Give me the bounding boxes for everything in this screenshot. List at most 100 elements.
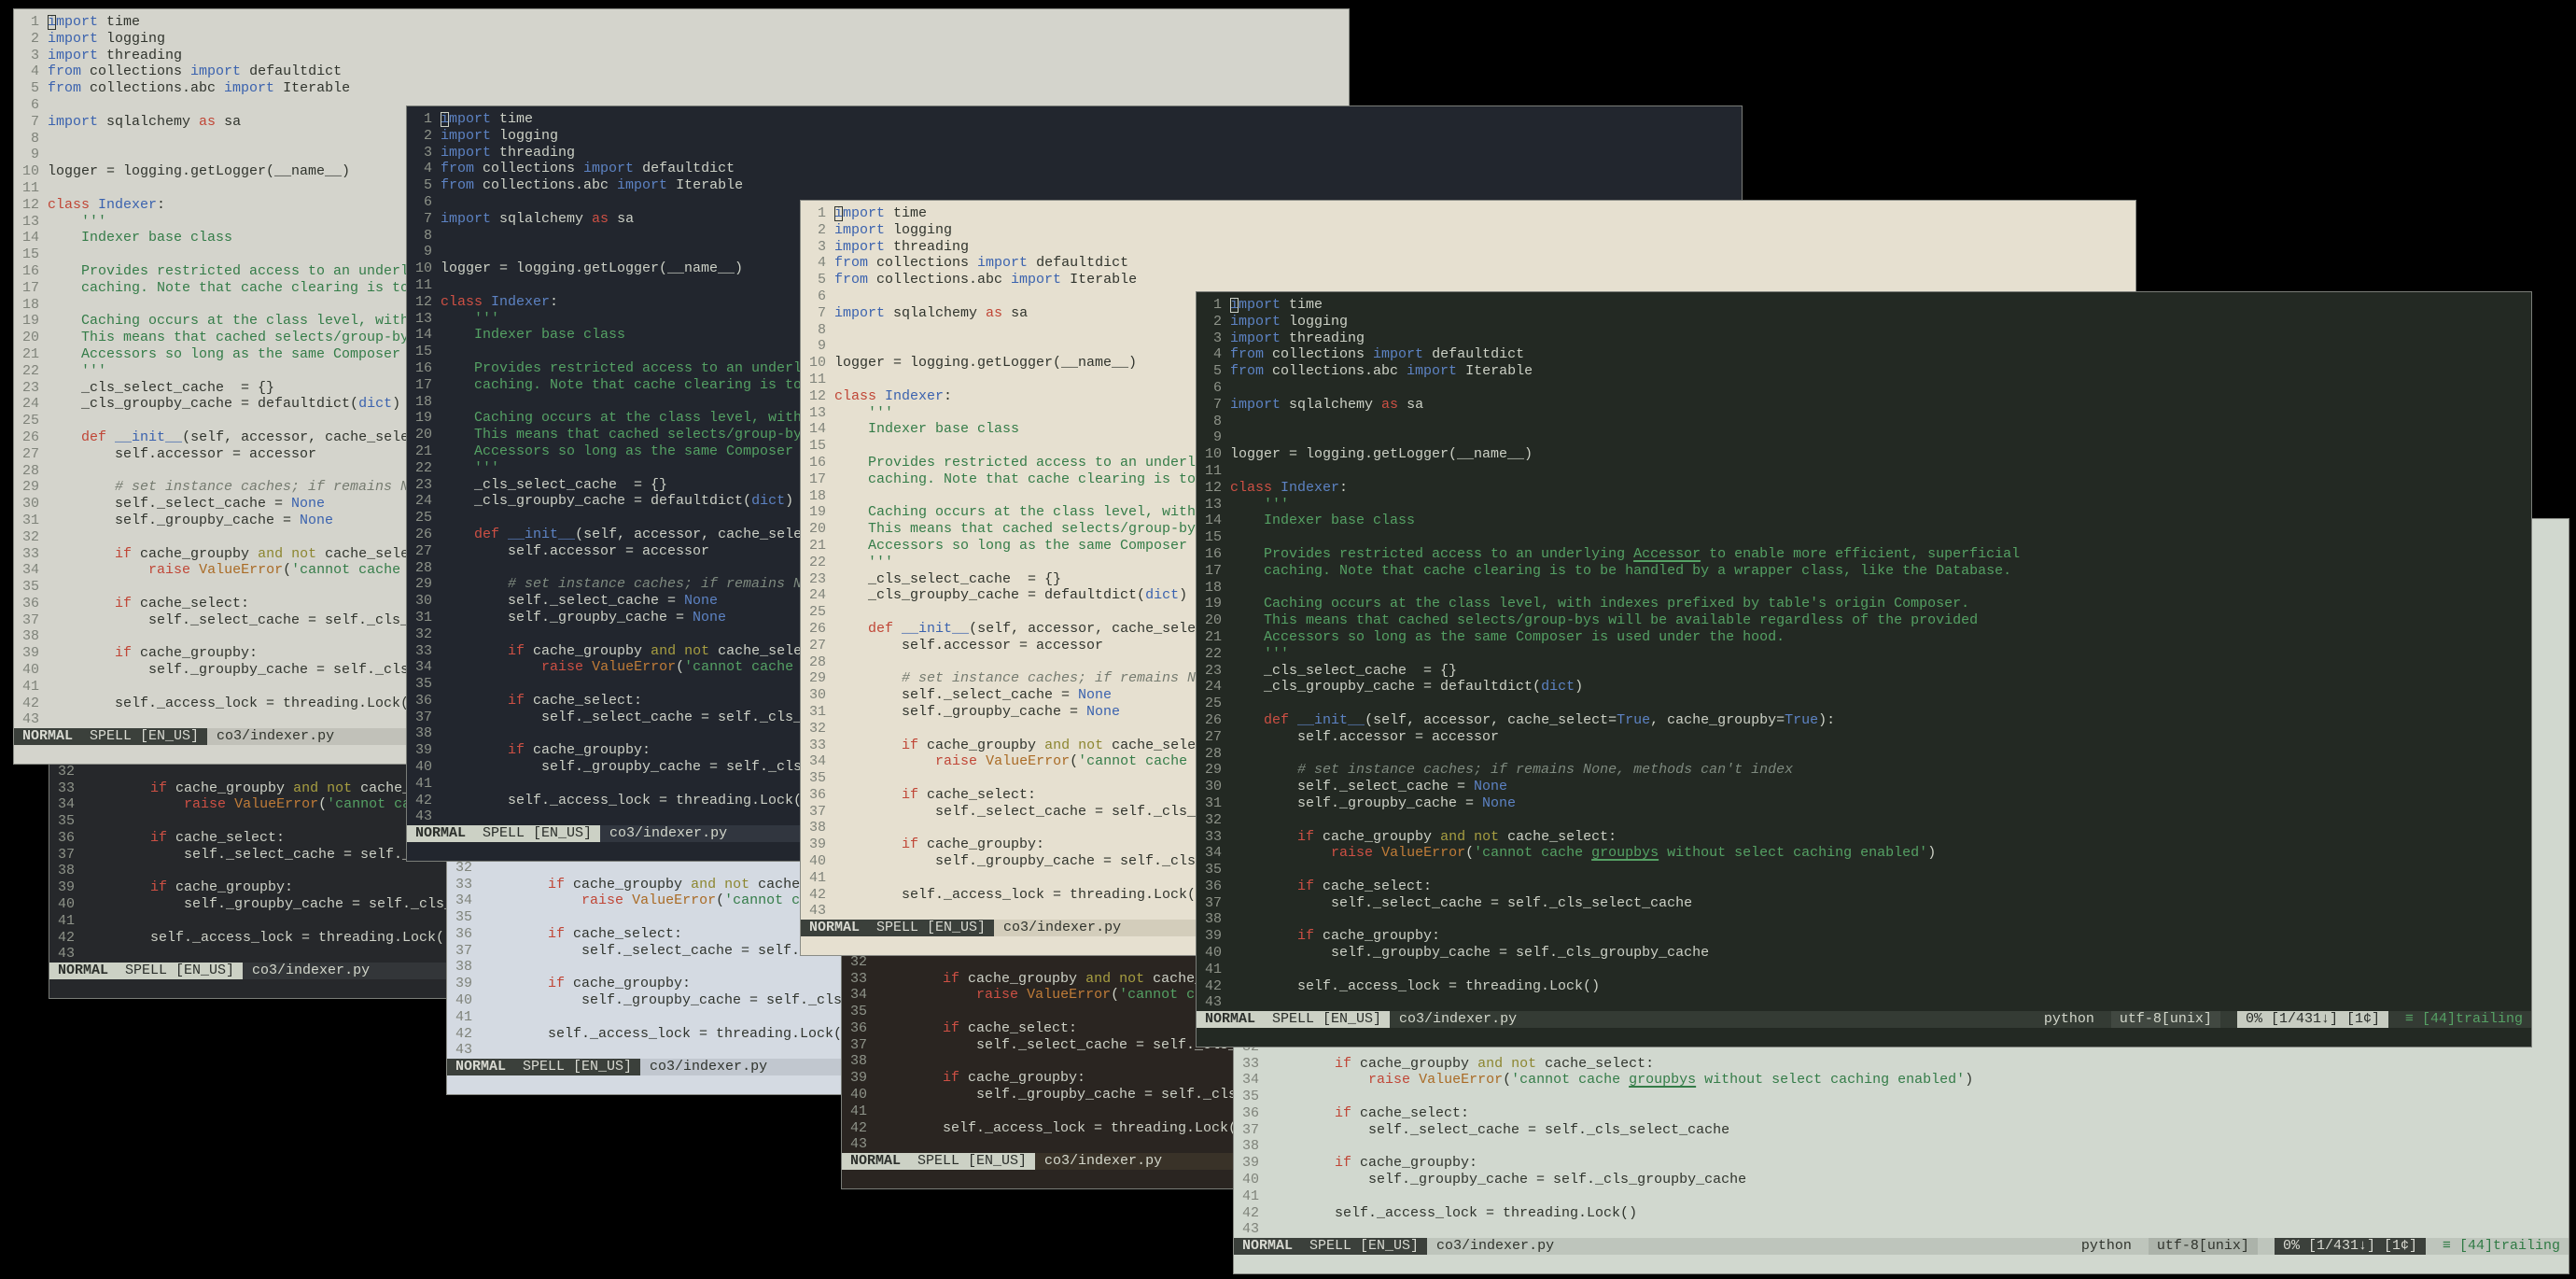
code-token: 'cannot cache <box>291 562 410 579</box>
code-token: from <box>834 255 869 272</box>
code-token: if <box>150 829 168 846</box>
line-number: 24 <box>809 587 827 604</box>
code-token: and <box>1044 737 1071 753</box>
code-token: (self, accessor, cache_select= <box>1365 711 1617 728</box>
mode-indicator: NORMAL SPELL [EN_US] <box>1197 1011 1391 1028</box>
line-number: 7 <box>423 210 432 227</box>
code-token: logger = logging.getLogger(__name__) <box>441 260 744 277</box>
line-number: 9 <box>1212 429 1222 446</box>
code-token: raise <box>148 562 191 579</box>
code-token: __init__ <box>508 526 576 542</box>
code-token: logging <box>885 221 953 238</box>
line-number: 40 <box>58 896 76 913</box>
code-token: class <box>1230 479 1273 496</box>
code-line: 24 _cls_groupby_cache = defaultdict(dict… <box>1205 679 2531 696</box>
code-line: 6 <box>1205 380 2531 397</box>
code-token: ValueError <box>199 562 284 579</box>
line-number: 32 <box>850 953 868 970</box>
spell-indicator: SPELL [EN_US] <box>466 825 593 841</box>
code-token: ValueError <box>1027 987 1112 1004</box>
statusline: NORMAL SPELL [EN_US] co3/indexer.py python… <box>1234 1238 2569 1255</box>
mode-label: NORMAL <box>850 1153 902 1169</box>
line-number: 11 <box>415 276 433 293</box>
code-area[interactable]: 1import time2import logging3import threa… <box>1205 297 2531 1011</box>
line-number: 36 <box>850 1019 868 1036</box>
line-number: 30 <box>22 496 40 513</box>
code-token: if <box>115 645 133 662</box>
line-number: 31 <box>415 609 433 625</box>
line-number: 40 <box>1205 945 1223 962</box>
code-token: cache_groupby <box>525 642 651 659</box>
code-token: from <box>834 272 869 288</box>
code-token: cache_select: <box>525 692 643 709</box>
code-line: 1import time <box>415 111 1742 128</box>
code-token: self._select_cache = <box>48 496 292 513</box>
line-number: 15 <box>1205 529 1223 546</box>
line-number: 10 <box>415 260 433 277</box>
code-token: import <box>1230 396 1281 413</box>
code-token: and <box>691 876 717 892</box>
line-number: 39 <box>1242 1155 1260 1172</box>
code-token: if <box>548 876 566 892</box>
line-number: 12 <box>809 387 827 404</box>
line-number: 6 <box>817 288 826 304</box>
code-token: and <box>258 545 284 562</box>
code-line: 5 from collections.abc import Iterable <box>1205 363 2531 380</box>
line-number: 7 <box>1212 396 1222 413</box>
code-token: ( <box>318 796 328 813</box>
code-token: 'cannot cache <box>1474 845 1592 862</box>
code-token: and <box>651 642 677 659</box>
line-number: 31 <box>809 703 827 720</box>
code-token: cache_groupby: <box>525 742 651 759</box>
code-token: Provides restricted access to an underly… <box>834 454 1239 471</box>
line-number: 41 <box>22 678 40 695</box>
line-number: 26 <box>415 526 433 542</box>
line-number: 13 <box>809 404 827 421</box>
line-number: 28 <box>809 654 827 670</box>
line-number: 38 <box>809 820 827 836</box>
filename: co3/indexer.py <box>609 825 728 841</box>
code-token: raise <box>581 892 624 909</box>
line-number: 18 <box>1205 579 1223 596</box>
line-number: 21 <box>415 443 433 459</box>
code-token: if <box>548 925 566 942</box>
line-number: 41 <box>455 1008 473 1025</box>
code-token: threading <box>98 47 183 63</box>
code-token: Accessors so long as the same Composer i… <box>1230 628 1785 645</box>
line-number: 1 <box>30 14 39 30</box>
code-token: if <box>1297 878 1315 894</box>
code-token: ValueError <box>1419 1072 1504 1089</box>
code-token: defaultdict <box>1423 346 1525 363</box>
code-token: and <box>1477 1055 1504 1072</box>
line-number: 27 <box>22 445 40 462</box>
line-number: 42 <box>809 886 827 903</box>
code-token: Provides restricted access to an underly… <box>441 359 845 376</box>
code-token: import <box>1230 330 1281 346</box>
code-token: cache_groupby: <box>918 836 1045 853</box>
code-token: self.accessor = accessor <box>1230 728 1500 745</box>
trailing-whitespace-indicator: ≡ [44]trailing <box>2442 1238 2560 1254</box>
line-number: 38 <box>850 1053 868 1070</box>
line-number: 5 <box>817 272 826 288</box>
code-token: self._groupby_cache = self._cls_groupby_… <box>1267 1172 1747 1188</box>
code-token: cache_groupby <box>1314 828 1441 845</box>
code-line: 36 if cache_select: <box>1205 878 2531 895</box>
code-token: _cls_select_cache = {} <box>441 476 668 493</box>
code-token: collections <box>868 255 978 272</box>
line-number: 4 <box>817 255 826 272</box>
line-number: 6 <box>423 193 432 210</box>
code-token: cache_groupby: <box>1351 1155 1478 1172</box>
filetype-indicator: python <box>2080 1238 2132 1254</box>
code-token: Indexer <box>491 293 551 310</box>
vim-terminal-4[interactable]: 1 import time 2 import logging 3 import threa… <box>1196 291 2532 1047</box>
code-token: defaultdict <box>1028 255 1129 272</box>
line-number: 35 <box>455 909 473 926</box>
line-number: 37 <box>415 709 433 725</box>
line-number: 25 <box>809 604 827 621</box>
code-token: ''' <box>48 362 107 379</box>
